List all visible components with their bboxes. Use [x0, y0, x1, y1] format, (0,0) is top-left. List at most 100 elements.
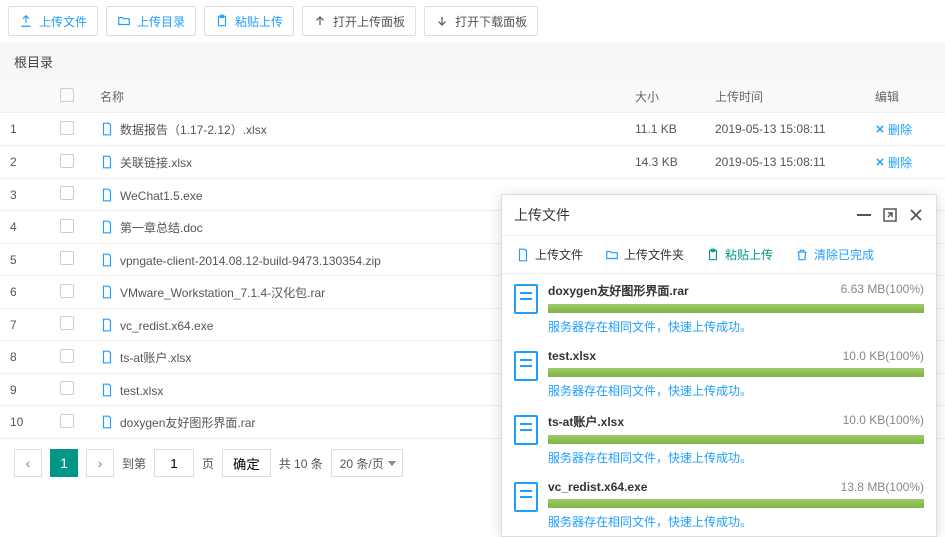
row-index: 5 [0, 244, 50, 276]
row-index: 8 [0, 341, 50, 374]
upload-item: ts-at账户.xlsx 10.0 KB(100%) 服务器存在相同文件，快速上传成… [502, 405, 936, 472]
upload-item-msg: 服务器存在相同文件，快速上传成功。 [548, 449, 924, 466]
file-icon [100, 383, 114, 397]
trash-icon [795, 248, 809, 262]
tab-upload-folder-label: 上传文件夹 [624, 246, 684, 263]
file-icon [100, 285, 114, 299]
row-checkbox[interactable] [60, 284, 74, 298]
pager-page-1[interactable]: 1 [50, 449, 78, 477]
row-index: 9 [0, 374, 50, 406]
upload-item-name: ts-at账户.xlsx [548, 413, 624, 430]
file-icon [100, 188, 114, 202]
main-toolbar: 上传文件 上传目录 粘贴上传 打开上传面板 打开下载面板 [0, 0, 945, 42]
delete-button[interactable]: 删除 [875, 154, 912, 171]
upload-item-msg: 服务器存在相同文件，快速上传成功。 [548, 382, 924, 399]
chevron-down-icon [388, 461, 396, 466]
pager-goto-label-b: 页 [202, 455, 214, 472]
file-icon [100, 415, 114, 429]
close-icon[interactable] [908, 207, 924, 223]
row-name[interactable]: 关联链接.xlsx [90, 146, 625, 179]
arrow-up-icon [313, 14, 327, 28]
open-download-panel-label: 打开下载面板 [455, 13, 527, 30]
folder-icon [605, 248, 619, 262]
tab-upload-folder[interactable]: 上传文件夹 [605, 246, 684, 263]
upload-item-size: 10.0 KB(100%) [843, 413, 924, 430]
tab-paste-upload[interactable]: 粘贴上传 [706, 246, 773, 263]
delete-button[interactable]: 删除 [875, 121, 912, 138]
upload-progress-bar [548, 435, 924, 444]
file-icon [516, 248, 530, 262]
open-upload-panel-button[interactable]: 打开上传面板 [302, 6, 416, 36]
row-index: 10 [0, 406, 50, 439]
file-badge-icon [514, 415, 538, 445]
table-row: 2关联链接.xlsx14.3 KB2019-05-13 15:08:11删除 [0, 146, 945, 179]
minimize-icon[interactable] [856, 207, 872, 223]
breadcrumb[interactable]: 根目录 [0, 42, 945, 81]
upload-dir-button[interactable]: 上传目录 [106, 6, 196, 36]
upload-file-button[interactable]: 上传文件 [8, 6, 98, 36]
row-checkbox[interactable] [60, 154, 74, 168]
row-index: 2 [0, 146, 50, 179]
row-checkbox[interactable] [60, 121, 74, 135]
pager-prev-button[interactable]: ‹ [14, 449, 42, 477]
pager-goto-input[interactable] [154, 449, 194, 477]
row-time: 2019-05-13 15:08:11 [705, 113, 865, 146]
upload-item-name: vc_redist.x64.exe [548, 480, 647, 494]
col-time: 上传时间 [705, 81, 865, 113]
upload-item: vc_redist.x64.exe13.8 MB(100%)服务器存在相同文件，… [502, 472, 936, 536]
upload-item-size: 6.63 MB(100%) [841, 282, 924, 299]
tab-clear-done[interactable]: 清除已完成 [795, 246, 874, 263]
clipboard-icon [215, 14, 229, 28]
row-checkbox[interactable] [60, 316, 74, 330]
open-download-panel-button[interactable]: 打开下载面板 [424, 6, 538, 36]
tab-upload-file[interactable]: 上传文件 [516, 246, 583, 263]
col-size: 大小 [625, 81, 705, 113]
row-checkbox[interactable] [60, 414, 74, 428]
upload-item-msg: 服务器存在相同文件，快速上传成功。 [548, 318, 924, 335]
upload-progress-bar [548, 499, 924, 508]
upload-dir-label: 上传目录 [137, 13, 185, 30]
upload-item-name: doxygen友好图形界面.rar [548, 282, 689, 299]
folder-icon [117, 14, 131, 28]
pager-total: 共 10 条 [279, 455, 323, 472]
arrow-down-icon [435, 14, 449, 28]
select-all-checkbox[interactable] [60, 88, 74, 102]
upload-progress-bar [548, 304, 924, 313]
file-badge-icon [514, 482, 538, 512]
file-icon [100, 155, 114, 169]
col-index [0, 81, 50, 113]
upload-item-name: test.xlsx [548, 349, 596, 363]
row-checkbox[interactable] [60, 381, 74, 395]
upload-progress-bar [548, 368, 924, 377]
expand-icon[interactable] [882, 207, 898, 223]
upload-file-label: 上传文件 [39, 13, 87, 30]
upload-item: test.xlsx10.0 KB(100%)服务器存在相同文件，快速上传成功。 [502, 341, 936, 405]
pager-pagesize-select[interactable]: 20 条/页 [331, 449, 403, 477]
row-checkbox[interactable] [60, 186, 74, 200]
paste-upload-label: 粘贴上传 [235, 13, 283, 30]
tab-upload-file-label: 上传文件 [535, 246, 583, 263]
col-select-all [50, 81, 90, 113]
pager-next-button[interactable]: › [86, 449, 114, 477]
table-row: 1数据报告（1.17-2.12）.xlsx11.1 KB2019-05-13 1… [0, 113, 945, 146]
row-name[interactable]: 数据报告（1.17-2.12）.xlsx [90, 113, 625, 146]
file-icon [100, 253, 114, 267]
file-icon [100, 350, 114, 364]
row-checkbox[interactable] [60, 219, 74, 233]
col-edit: 编辑 [865, 81, 945, 113]
upload-panel-title: 上传文件 [514, 205, 570, 225]
open-upload-panel-label: 打开上传面板 [333, 13, 405, 30]
pager-pagesize-label: 20 条/页 [340, 455, 384, 472]
row-checkbox[interactable] [60, 251, 74, 265]
row-checkbox[interactable] [60, 349, 74, 363]
file-icon [100, 220, 114, 234]
file-badge-icon [514, 351, 538, 381]
row-index: 1 [0, 113, 50, 146]
pager-goto-label-a: 到第 [122, 455, 146, 472]
pager-confirm-button[interactable]: 确定 [222, 449, 271, 477]
paste-upload-button[interactable]: 粘贴上传 [204, 6, 294, 36]
upload-item: doxygen友好图形界面.rar 6.63 MB(100%) 服务器存在相同文件，… [502, 274, 936, 341]
row-index: 6 [0, 276, 50, 309]
row-index: 7 [0, 309, 50, 341]
upload-item-msg: 服务器存在相同文件，快速上传成功。 [548, 513, 924, 530]
